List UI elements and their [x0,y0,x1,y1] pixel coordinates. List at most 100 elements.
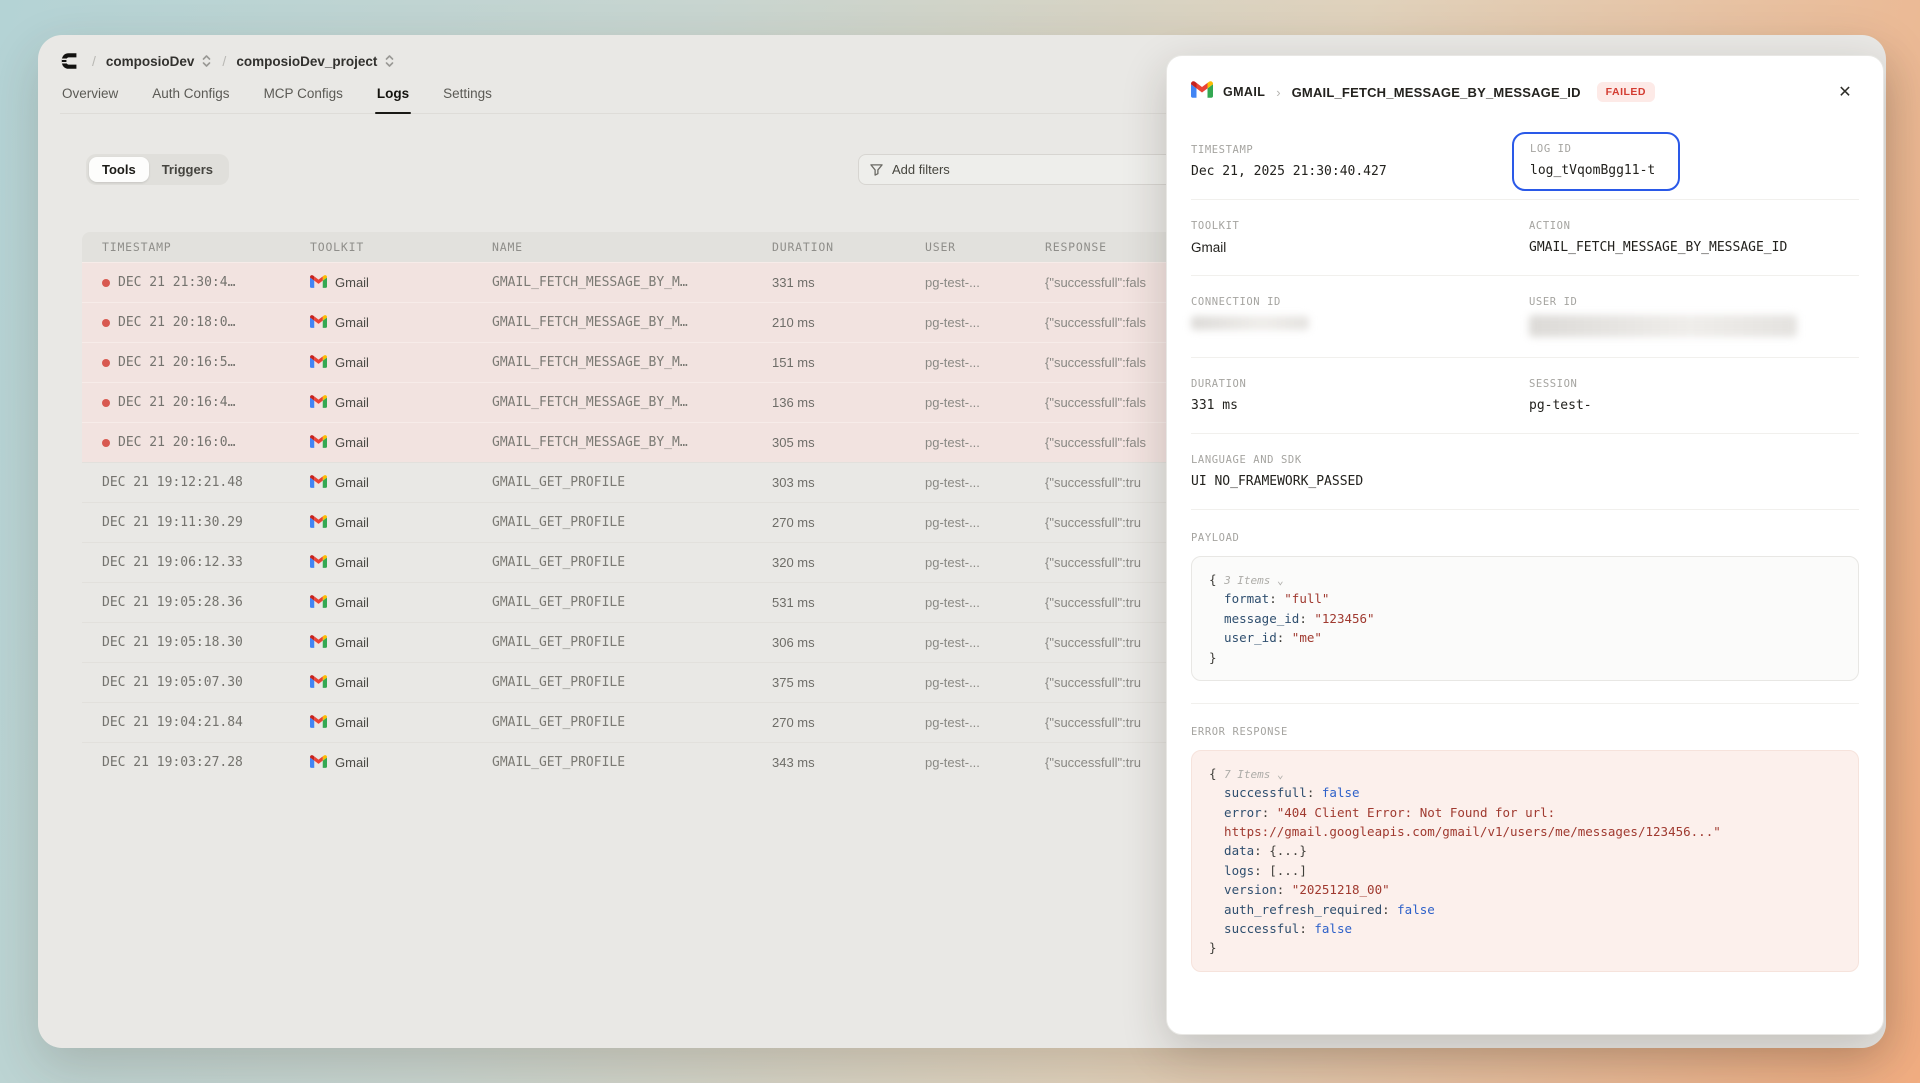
cell-user: pg-test-... [925,635,1045,650]
error-response-label: ERROR RESPONSE [1191,726,1859,738]
column-duration: DURATION [772,240,925,254]
toggle-triggers[interactable]: Triggers [149,157,226,182]
tab-overview[interactable]: Overview [60,83,120,113]
cell-timestamp: DEC 21 20:16:0… [102,435,310,450]
cell-toolkit: Gmail [310,395,492,411]
breadcrumb-separator: / [222,53,226,69]
cell-name: GMAIL_GET_PROFILE [492,555,772,570]
code-line: version: "20251218_00" [1209,880,1841,899]
composio-logo[interactable] [58,49,82,73]
cell-timestamp: DEC 21 19:11:30.29 [102,515,310,530]
status-dot [102,439,110,447]
cell-duration: 375 ms [772,675,925,690]
project-select[interactable]: composioDev_project [236,54,395,69]
cell-toolkit: Gmail [310,715,492,731]
cell-timestamp: DEC 21 20:16:4… [102,395,310,410]
cell-name: GMAIL_GET_PROFILE [492,515,772,530]
field-language-sdk: LANGUAGE AND SDK UI NO_FRAMEWORK_PASSED [1191,454,1859,489]
gmail-icon [310,715,327,731]
cell-duration: 210 ms [772,315,925,330]
gmail-icon [310,675,327,691]
add-filters-input[interactable]: Add filters [858,154,1214,185]
panel-body: TIMESTAMP Dec 21, 2025 21:30:40.427 LOG … [1167,124,1883,972]
error-response-box[interactable]: { 7 Items ⌄ successfull: false error: "4… [1191,750,1859,972]
field-row-toolkit-action: TOOLKIT Gmail ACTION GMAIL_FETCH_MESSAGE… [1191,200,1859,276]
cell-timestamp: DEC 21 19:03:27.28 [102,755,310,770]
cell-user: pg-test-... [925,555,1045,570]
field-label: ACTION [1529,220,1859,232]
tab-settings[interactable]: Settings [441,83,494,113]
field-toolkit: TOOLKIT Gmail [1191,220,1529,255]
cell-name: GMAIL_FETCH_MESSAGE_BY_M… [492,275,772,290]
field-label: TOOLKIT [1191,220,1529,232]
cell-name: GMAIL_GET_PROFILE [492,635,772,650]
field-value: Gmail [1191,240,1529,255]
payload-label: PAYLOAD [1191,532,1859,544]
cell-name: GMAIL_GET_PROFILE [492,475,772,490]
tab-auth-configs[interactable]: Auth Configs [150,83,231,113]
cell-toolkit: Gmail [310,515,492,531]
cell-timestamp: DEC 21 19:12:21.48 [102,475,310,490]
code-line: { 3 Items ⌄ [1209,570,1841,589]
cell-duration: 331 ms [772,275,925,290]
code-line: format: "full" [1209,589,1841,608]
cell-timestamp: DEC 21 19:05:18.30 [102,635,310,650]
gmail-icon [310,355,327,371]
cell-user: pg-test-... [925,355,1045,370]
cell-user: pg-test-... [925,595,1045,610]
close-button[interactable]: ✕ [1831,78,1859,106]
cell-toolkit: Gmail [310,355,492,371]
code-line: logs: [...] [1209,861,1841,880]
cell-toolkit: Gmail [310,275,492,291]
log-id-highlight[interactable]: LOG ID log_tVqomBgg11-t [1512,132,1680,191]
cell-timestamp: DEC 21 20:18:0… [102,315,310,330]
payload-box[interactable]: { 3 Items ⌄ format: "full" message_id: "… [1191,556,1859,681]
cell-timestamp: DEC 21 20:16:5… [102,355,310,370]
cell-timestamp: DEC 21 19:04:21.84 [102,715,310,730]
gmail-icon [1191,81,1213,103]
cell-user: pg-test-... [925,675,1045,690]
project-name: composioDev_project [236,54,377,69]
field-label: LOG ID [1530,143,1662,155]
field-label: USER ID [1529,296,1859,308]
org-select[interactable]: composioDev [106,54,213,69]
tab-logs[interactable]: Logs [375,83,411,113]
breadcrumb: / composioDev / composioDev_project [58,43,395,79]
field-log-id: LOG ID log_tVqomBgg11-t [1529,144,1859,179]
cell-duration: 320 ms [772,555,925,570]
cell-toolkit: Gmail [310,755,492,771]
tab-mcp-configs[interactable]: MCP Configs [262,83,345,113]
code-line: auth_refresh_required: false [1209,900,1841,919]
field-value: UI NO_FRAMEWORK_PASSED [1191,474,1859,489]
field-value: log_tVqomBgg11-t [1530,163,1662,178]
cell-toolkit: Gmail [310,315,492,331]
chevron-right-icon: › [1276,85,1280,100]
chevron-updown-icon [201,54,212,68]
add-filters-label: Add filters [892,162,950,177]
cell-toolkit: Gmail [310,475,492,491]
field-value: Dec 21, 2025 21:30:40.427 [1191,164,1529,179]
toggle-tools[interactable]: Tools [89,157,149,182]
cell-name: GMAIL_FETCH_MESSAGE_BY_M… [492,315,772,330]
cell-user: pg-test-... [925,395,1045,410]
cell-duration: 270 ms [772,515,925,530]
filter-icon [870,163,883,176]
field-action: ACTION GMAIL_FETCH_MESSAGE_BY_MESSAGE_ID [1529,220,1859,255]
breadcrumb-separator: / [92,53,96,69]
code-line: } [1209,938,1841,957]
field-row-connection-user: CONNECTION ID USER ID [1191,276,1859,358]
cell-duration: 136 ms [772,395,925,410]
panel-toolkit-name: GMAIL [1223,85,1265,99]
field-label: CONNECTION ID [1191,296,1529,308]
code-line: message_id: "123456" [1209,609,1841,628]
field-label: DURATION [1191,378,1529,390]
payload-section: PAYLOAD { 3 Items ⌄ format: "full" messa… [1191,532,1859,704]
column-toolkit: TOOLKIT [310,240,492,254]
gmail-icon [310,635,327,651]
cell-duration: 151 ms [772,355,925,370]
field-label: TIMESTAMP [1191,144,1529,156]
field-value: pg-test- [1529,398,1859,413]
field-connection-id: CONNECTION ID [1191,296,1529,337]
status-dot [102,319,110,327]
status-dot [102,399,110,407]
